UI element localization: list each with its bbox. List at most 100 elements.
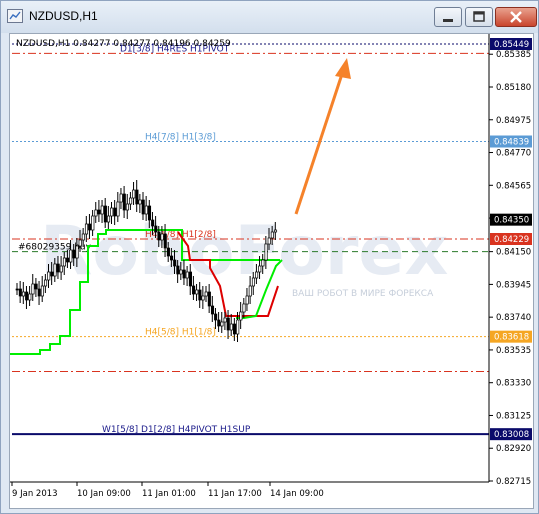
candle-body: [28, 293, 32, 301]
candle-body: [248, 285, 252, 297]
candle-body: [103, 205, 107, 223]
candle-body: [163, 233, 167, 249]
candle-body: [182, 269, 186, 279]
candle-body: [147, 205, 152, 221]
time-tick-label: 10 Jan 09:00: [77, 489, 131, 499]
candle-body: [40, 285, 44, 297]
h4-58-h1-18-label: H4[5/8] H1[1/8]: [145, 328, 216, 338]
candle-body: [236, 319, 240, 335]
price-chart[interactable]: RoboForex ВАШ РОБОТ В МИРЕ ФОРЕКСА D1[3/…: [10, 34, 533, 508]
candle-body: [84, 223, 89, 235]
candle-body: [116, 201, 120, 217]
candle-body: [66, 257, 70, 263]
time-tick-label: 11 Jan 17:00: [208, 489, 262, 499]
price-axis: 0.85385 0.85180 0.84975 0.84770 0.84565 0.843…: [489, 38, 532, 487]
candle-body: [78, 239, 82, 247]
candle-body: [188, 271, 193, 287]
candle-body: [88, 223, 92, 231]
candle-body: [94, 209, 98, 217]
candle-body: [185, 271, 189, 279]
candle-body: [220, 321, 224, 327]
maximize-button[interactable]: [465, 7, 493, 27]
candle-body: [192, 285, 196, 295]
candle-body: [125, 203, 130, 211]
candle-body: [129, 197, 133, 205]
candle-body: [214, 313, 218, 321]
candle-body: [160, 233, 164, 241]
candle-body: [37, 288, 41, 297]
close-button[interactable]: [495, 7, 537, 27]
restore-icon: [473, 11, 485, 22]
candle-body: [56, 263, 60, 273]
candle-body: [258, 265, 262, 273]
price-label: 0.84229: [494, 235, 529, 245]
candle-body: [110, 207, 114, 217]
price-label: 0.83008: [494, 430, 529, 440]
candle-body: [261, 259, 265, 267]
close-icon: [510, 11, 522, 23]
candle-body: [81, 233, 85, 241]
candle-body: [170, 255, 174, 261]
candle-body: [113, 207, 117, 217]
price-tick-label: 0.84150: [496, 248, 531, 258]
candle-body: [210, 305, 215, 315]
price-tick-label: 0.85385: [496, 50, 531, 60]
candle-body: [179, 269, 183, 275]
candle-body: [273, 229, 278, 233]
candle-body: [31, 283, 35, 295]
candle-body: [72, 249, 76, 259]
candle-body: [144, 205, 148, 215]
price-label: 0.84350: [494, 216, 529, 226]
price-tick-label: 0.83535: [496, 346, 531, 356]
candle-body: [75, 245, 79, 259]
price-tick-label: 0.82715: [496, 477, 531, 487]
candle-body: [47, 271, 51, 281]
candle-body: [91, 215, 95, 231]
candle-body: [151, 219, 155, 227]
candle-body: [15, 288, 19, 291]
candle-body: [229, 323, 233, 331]
candle-body: [135, 189, 139, 205]
price-tick-label: 0.83740: [496, 313, 531, 323]
window-title: NZDUSD,H1: [29, 9, 98, 23]
candle-body: [166, 247, 170, 257]
candle-body: [267, 237, 271, 245]
candle-body: [233, 323, 237, 335]
candle-body: [119, 193, 123, 203]
candle-body: [255, 271, 259, 279]
candle-body: [201, 295, 205, 301]
candle-body: [245, 295, 249, 305]
time-tick-label: 14 Jan 09:00: [270, 489, 324, 499]
candle-body: [122, 193, 126, 211]
price-tick-label: 0.84770: [496, 149, 531, 159]
candle-body: [173, 259, 177, 267]
candle-body: [69, 249, 73, 263]
price-tick-label: 0.84565: [496, 181, 531, 191]
forecast-arrow: [294, 58, 351, 215]
candle-body: [223, 317, 227, 323]
candle-body: [195, 289, 199, 295]
price-label: 0.85449: [494, 40, 529, 50]
candle-body: [18, 288, 22, 297]
price-tick-label: 0.83330: [496, 379, 531, 389]
candle-body: [207, 291, 211, 307]
chart-area[interactable]: RoboForex ВАШ РОБОТ В МИРЕ ФОРЕКСА D1[3/…: [9, 33, 534, 509]
candle-body: [100, 205, 104, 215]
candle-body: [251, 277, 256, 287]
candle-body: [239, 311, 243, 321]
candle-body: [176, 265, 180, 275]
minimize-icon: [443, 19, 453, 22]
w1-58-d1-28-h4pivot-h1sup-label: W1[5/8] D1[2/8] H4PIVOT H1SUP: [102, 425, 251, 435]
minimize-button[interactable]: [434, 7, 462, 27]
candle-body: [62, 257, 67, 267]
price-tick-label: 0.84975: [496, 116, 531, 126]
title-bar[interactable]: NZDUSD,H1: [1, 1, 538, 33]
candle-body: [204, 291, 208, 297]
h4-78-h1-38-label: H4[7/8] H1[3/8]: [145, 133, 216, 143]
price-label: 0.83618: [494, 333, 529, 343]
price-tick-label: 0.82920: [496, 444, 531, 454]
candle-body: [242, 303, 246, 313]
candle-body: [217, 319, 221, 327]
price-tick-label: 0.83125: [496, 411, 531, 421]
chart-window: NZDUSD,H1 RoboForex ВАШ РОБОТ В МИРЕ ФОР…: [0, 0, 539, 514]
